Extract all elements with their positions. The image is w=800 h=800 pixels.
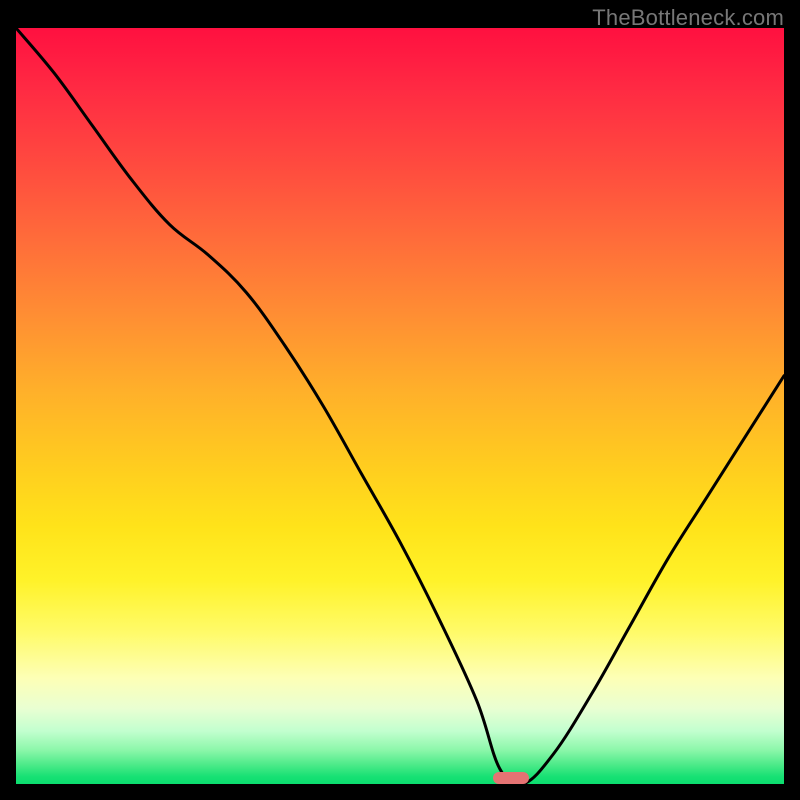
optimal-marker (493, 772, 529, 784)
bottleneck-curve (16, 28, 784, 784)
stage: TheBottleneck.com (0, 0, 800, 800)
curve-layer (16, 28, 784, 784)
plot-area (16, 28, 784, 784)
